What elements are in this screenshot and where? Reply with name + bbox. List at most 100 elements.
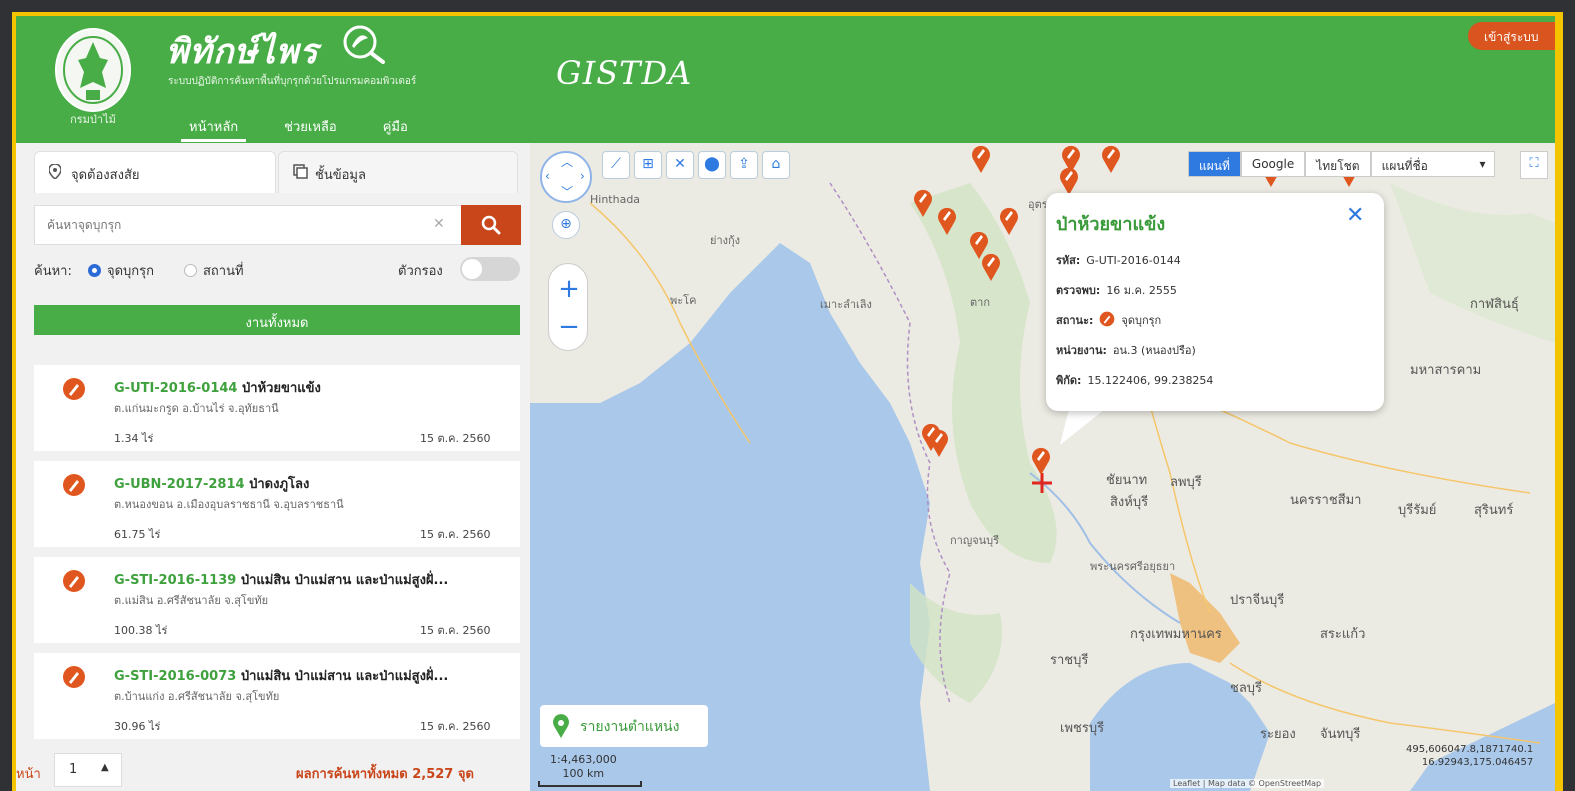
fullscreen-button[interactable]: ⛶ — [1520, 151, 1548, 179]
result-address: ต.หนองขอน อ.เมืองอุบลราชธานี จ.อุบลราชธา… — [114, 498, 344, 511]
nav-manual[interactable]: คู่มือ — [375, 114, 416, 142]
pan-left-icon[interactable]: ‹ — [545, 169, 550, 183]
intrusion-marker[interactable] — [970, 143, 992, 173]
result-name: ป่าแม่สิน ป่าแม่สาน และป่าแม่สูงฝั่... — [240, 573, 449, 588]
intrusion-marker[interactable] — [912, 187, 934, 217]
result-date: 15 ต.ค. 2560 — [420, 528, 491, 541]
result-item[interactable]: G-UBN-2017-2814 ป่าดงภูโลง ต.หนองขอน อ.เ… — [34, 461, 520, 547]
result-name: ป่าแม่สิน ป่าแม่สาน และป่าแม่สูงฝั่... — [240, 669, 449, 684]
result-item[interactable]: G-UTI-2016-0144 ป่าห้วยขาแข้ง ต.แก่นมะกร… — [34, 365, 520, 451]
intrusion-marker[interactable] — [928, 427, 950, 457]
home-tool[interactable]: ⌂ — [762, 151, 790, 179]
result-date: 15 ต.ค. 2560 — [420, 720, 491, 733]
map-label: กรุงเทพมหานคร — [1130, 627, 1222, 642]
intrusion-marker[interactable] — [980, 251, 1002, 281]
result-area: 1.34 ไร่ — [114, 432, 154, 445]
intrusion-marker-icon — [63, 666, 85, 688]
result-code: G-STI-2016-1139 — [114, 573, 237, 588]
clear-icon[interactable]: ✕ — [433, 216, 445, 232]
pan-down-icon[interactable]: ﹀ — [561, 183, 573, 200]
toggle-knob — [462, 259, 482, 279]
left-panel: จุดต้องสงสัย ชั้นข้อมูล ✕ ค้นหา: จุดบุกร… — [16, 143, 530, 791]
clear-tool[interactable]: ✕ — [666, 151, 694, 179]
radio-label: สถานที่ — [203, 264, 244, 279]
result-item[interactable]: G-STI-2016-0073 ป่าแม่สิน ป่าแม่สาน และป… — [34, 653, 520, 739]
radio-label: จุดบุกรุก — [107, 264, 155, 279]
result-item[interactable]: G-STI-2016-1139 ป่าแม่สิน ป่าแม่สาน และป… — [34, 557, 520, 643]
tab-data-layers[interactable]: ชั้นข้อมูล — [278, 151, 518, 193]
zoom-in-button[interactable]: + — [549, 276, 589, 302]
page-number: 1 — [69, 762, 78, 777]
measure-distance-tool[interactable]: ⟋ — [602, 151, 630, 179]
report-location-button[interactable]: รายงานตำแหน่ง — [540, 705, 708, 747]
search-filter: ค้นหา: จุดบุกรุก สถานที่ ตัวกรอง — [34, 255, 520, 283]
basemap-google[interactable]: Google — [1240, 151, 1306, 177]
popup-row-value: อน.3 (หนองปรือ) — [1112, 344, 1196, 357]
result-date: 15 ต.ค. 2560 — [420, 624, 491, 637]
layers-icon — [293, 164, 308, 183]
intrusion-marker-icon — [1100, 311, 1115, 327]
zoom-out-button[interactable]: − — [549, 314, 589, 340]
upload-tool[interactable]: ⇪ — [730, 151, 758, 179]
popup-row: สถานะ: จุดบุกรุก — [1056, 311, 1161, 329]
map-label: ราชบุรี — [1050, 653, 1089, 668]
basemap-thaichote[interactable]: ไทยโชต — [1305, 151, 1371, 177]
info-popup: ป่าห้วยขาแข้ง ✕ รหัส: G-UTI-2016-0144 ตรว… — [1046, 193, 1384, 411]
popup-row-value: 15.122406, 99.238254 — [1087, 374, 1214, 387]
pan-control[interactable]: ︿ ‹ › ﹀ — [540, 151, 592, 203]
popup-row-label: ตรวจพบ: — [1056, 284, 1101, 297]
popup-row: รหัส: G-UTI-2016-0144 — [1056, 251, 1181, 269]
search-button[interactable] — [461, 205, 521, 245]
filter-label: ค้นหา: — [34, 264, 72, 279]
scale-bar — [538, 781, 642, 787]
map-label: พระนครศรีอยุธยา — [1090, 560, 1176, 573]
basemap-select[interactable]: แผนที่ชื่อ ▾ — [1370, 151, 1495, 177]
intrusion-marker[interactable] — [1058, 165, 1080, 195]
tab-label: ชั้นข้อมูล — [315, 168, 366, 183]
app-window: กรมป่าไม้ พิทักษ์ไพร ระบบปฏิบัติการค้นหา… — [16, 16, 1555, 791]
nav-help[interactable]: ช่วยเหลือ — [276, 114, 345, 142]
map-label: เมาะลำเลิง — [820, 298, 872, 311]
pan-up-icon[interactable]: ︿ — [561, 153, 573, 170]
selected-intrusion-marker[interactable] — [1030, 445, 1052, 475]
intrusion-marker-icon — [63, 474, 85, 496]
intrusion-marker[interactable] — [1100, 143, 1122, 173]
radio-hotspot[interactable]: จุดบุกรุก — [88, 260, 154, 281]
all-jobs-bar[interactable]: งานทั้งหมด — [34, 305, 520, 335]
locate-icon[interactable]: ⊕ — [552, 211, 580, 239]
map-label: สิงห์บุรี — [1110, 495, 1149, 510]
coordinate-line: 16.92943,175.046457 — [1421, 757, 1534, 768]
royal-forest-department-logo — [55, 28, 131, 112]
map-scale: 1:4,463,000 100 km — [550, 753, 617, 781]
map-attribution[interactable]: Leaflet | Map data © OpenStreetMap — [1170, 779, 1325, 788]
basemap-switcher: แผนที่ Google ไทยโชต แผนที่ชื่อ ▾ — [1188, 151, 1495, 177]
zoom-control: + − — [548, 263, 588, 351]
coordinate-line: 495,606047.8,1871740.1 — [1406, 744, 1534, 755]
zoom-box-tool[interactable]: ⊞ — [634, 151, 662, 179]
login-button[interactable]: เข้าสู่ระบบ — [1468, 22, 1555, 50]
result-code: G-UBN-2017-2814 — [114, 477, 245, 492]
result-area: 100.38 ไร่ — [114, 624, 168, 637]
search-input[interactable] — [35, 206, 461, 244]
scale-ratio: 1:4,463,000 — [550, 753, 617, 766]
total-results: ผลการค้นหาทั้งหมด 2,527 จุด — [296, 767, 474, 782]
result-address: ต.แก่นมะกรูด อ.บ้านไร่ จ.อุทัยธานี — [114, 402, 279, 415]
map-pin-icon — [553, 714, 569, 738]
result-address: ต.แม่สิน อ.ศรีสัชนาลัย จ.สุโขทัย — [114, 594, 269, 607]
basemap-thai-map[interactable]: แผนที่ — [1188, 151, 1241, 177]
pan-right-icon[interactable]: › — [580, 169, 585, 183]
page-select[interactable]: 1 ▲ — [54, 753, 122, 787]
popup-row-value: G-UTI-2016-0144 — [1086, 254, 1181, 267]
report-label: รายงานตำแหน่ง — [580, 719, 680, 735]
intrusion-marker[interactable] — [936, 205, 958, 235]
main-nav: หน้าหลัก ช่วยเหลือ คู่มือ — [181, 114, 416, 142]
tab-suspected-points[interactable]: จุดต้องสงสัย — [34, 151, 276, 193]
map-view[interactable]: Hinthada ย่างกุ้ง พะโค เมาะลำเลิง ตาก อุ… — [530, 143, 1555, 791]
intrusion-marker[interactable] — [998, 205, 1020, 235]
marker-tool[interactable]: ⬤ — [698, 151, 726, 179]
filter-toggle[interactable] — [460, 257, 520, 281]
radio-location[interactable]: สถานที่ — [184, 260, 244, 281]
popup-row-label: สถานะ: — [1056, 314, 1094, 327]
nav-home[interactable]: หน้าหลัก — [181, 114, 247, 142]
close-icon[interactable]: ✕ — [1346, 203, 1364, 228]
